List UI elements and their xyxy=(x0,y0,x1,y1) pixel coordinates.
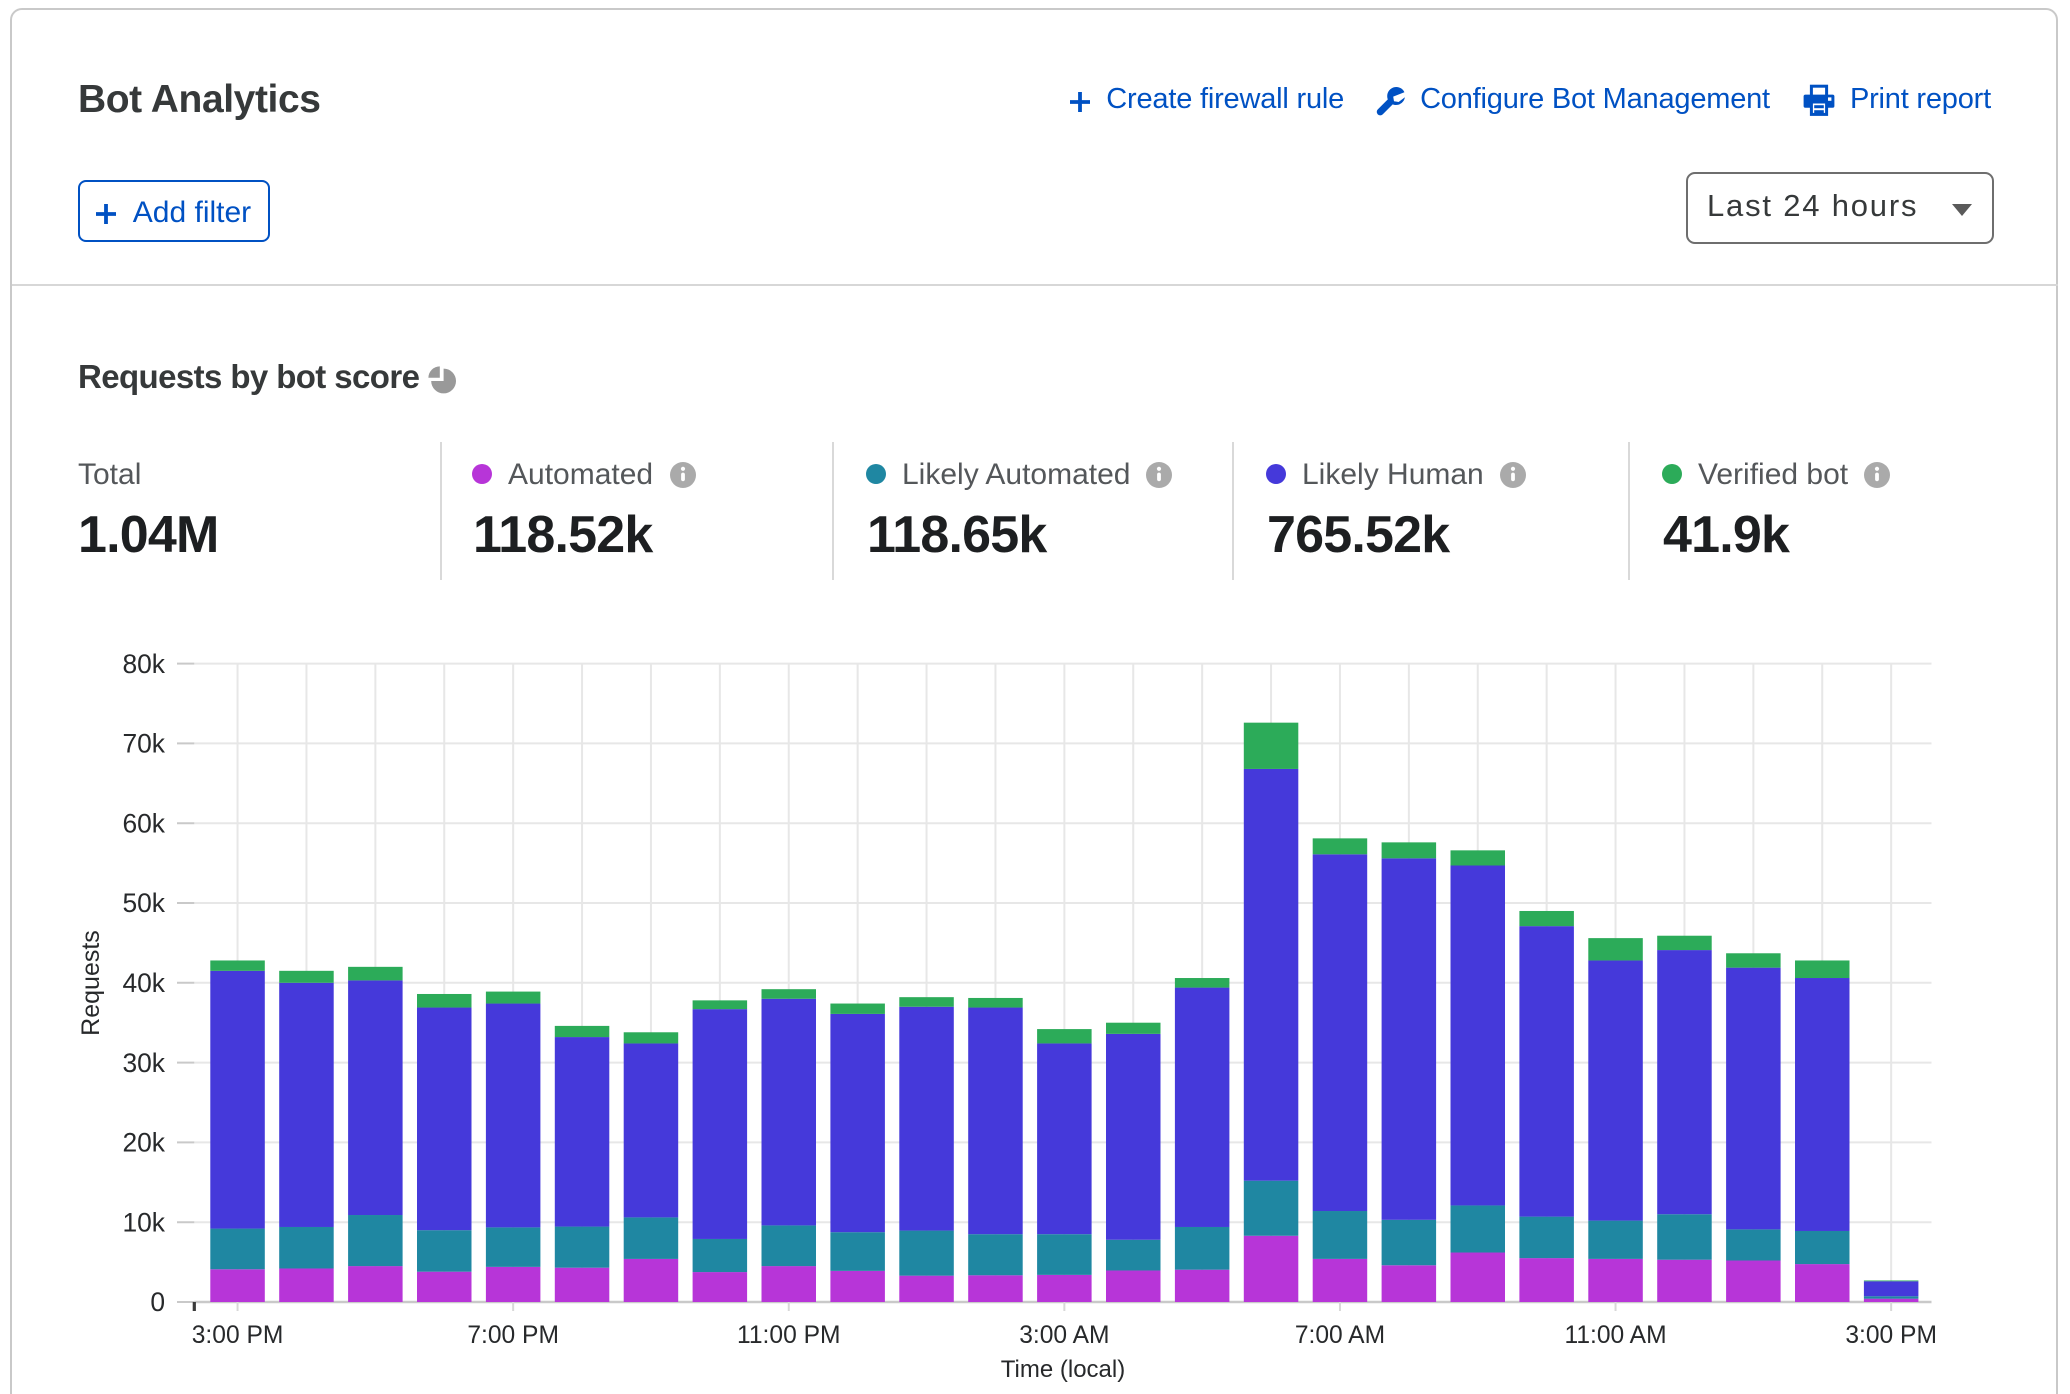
svg-text:7:00 PM: 7:00 PM xyxy=(467,1322,559,1349)
svg-text:70k: 70k xyxy=(122,729,165,759)
svg-text:60k: 60k xyxy=(122,808,165,838)
svg-text:7:00 AM: 7:00 AM xyxy=(1295,1322,1385,1349)
svg-text:50k: 50k xyxy=(122,888,165,918)
svg-text:20k: 20k xyxy=(122,1128,165,1158)
svg-text:Time (local): Time (local) xyxy=(1001,1356,1125,1383)
svg-text:3:00 AM: 3:00 AM xyxy=(1019,1322,1109,1349)
svg-text:0: 0 xyxy=(150,1287,165,1317)
svg-text:10k: 10k xyxy=(122,1207,165,1237)
svg-text:3:00 PM: 3:00 PM xyxy=(192,1322,284,1349)
svg-text:Requests: Requests xyxy=(77,930,105,1036)
svg-text:11:00 AM: 11:00 AM xyxy=(1564,1322,1666,1349)
svg-text:11:00 PM: 11:00 PM xyxy=(737,1322,840,1349)
svg-text:30k: 30k xyxy=(122,1048,165,1078)
svg-text:3:00 PM: 3:00 PM xyxy=(1845,1322,1937,1349)
svg-text:80k: 80k xyxy=(122,649,165,679)
svg-text:40k: 40k xyxy=(122,968,165,998)
